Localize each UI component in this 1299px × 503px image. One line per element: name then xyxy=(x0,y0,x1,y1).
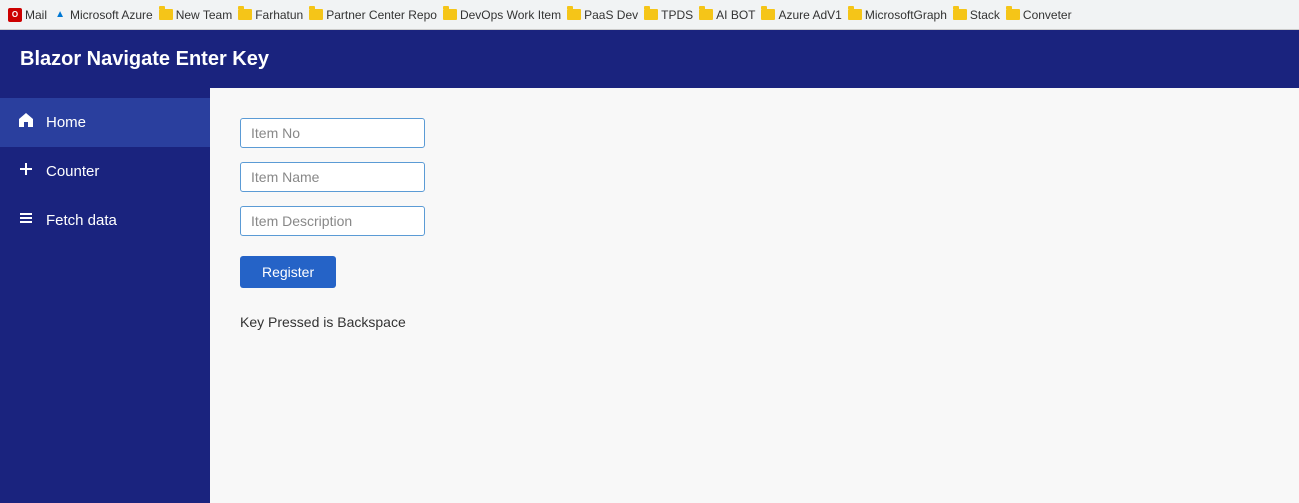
bookmark-azure[interactable]: ▲ Microsoft Azure xyxy=(53,8,153,22)
item-name-group xyxy=(240,162,1269,192)
mail-icon: O xyxy=(8,8,22,22)
bookmark-mail[interactable]: O Mail xyxy=(8,8,47,22)
bookmark-farhatun[interactable]: Farhatun xyxy=(238,8,303,22)
bookmark-partner-center-label: Partner Center Repo xyxy=(326,8,437,22)
item-description-input[interactable] xyxy=(240,206,425,236)
app-header: Blazor Navigate Enter Key xyxy=(0,30,1299,88)
key-status-text: Key Pressed is Backspace xyxy=(240,314,1269,330)
folder-icon-ai-bot xyxy=(699,9,713,20)
sidebar-fetch-data-label: Fetch data xyxy=(46,212,117,229)
bookmark-azure-adv1-label: Azure AdV1 xyxy=(778,8,841,22)
bookmark-azure-label: Microsoft Azure xyxy=(70,8,153,22)
app-body: Home Counter Fetch data xyxy=(0,88,1299,503)
app-container: Blazor Navigate Enter Key Home Counte xyxy=(0,30,1299,503)
bookmark-new-team-label: New Team xyxy=(176,8,232,22)
bookmark-tpds-label: TPDS xyxy=(661,8,693,22)
sidebar-counter-label: Counter xyxy=(46,163,99,180)
browser-toolbar: O Mail ▲ Microsoft Azure New Team Farhat… xyxy=(0,0,1299,30)
folder-icon-microsoft-graph xyxy=(848,9,862,20)
register-button[interactable]: Register xyxy=(240,256,336,288)
bookmark-devops-label: DevOps Work Item xyxy=(460,8,561,22)
folder-icon-azure-adv1 xyxy=(761,9,775,20)
sidebar-item-home[interactable]: Home xyxy=(0,98,210,147)
item-no-input[interactable] xyxy=(240,118,425,148)
bookmark-azure-adv1[interactable]: Azure AdV1 xyxy=(761,8,841,22)
bookmark-paas-dev[interactable]: PaaS Dev xyxy=(567,8,638,22)
item-description-group xyxy=(240,206,1269,236)
bookmark-ai-bot[interactable]: AI BOT xyxy=(699,8,755,22)
sidebar-home-label: Home xyxy=(46,114,86,131)
bookmark-mail-label: Mail xyxy=(25,8,47,22)
sidebar-item-counter[interactable]: Counter xyxy=(0,147,210,196)
folder-icon-farhatun xyxy=(238,9,252,20)
bookmark-farhatun-label: Farhatun xyxy=(255,8,303,22)
plus-icon xyxy=(16,161,36,182)
bookmark-microsoft-graph-label: MicrosoftGraph xyxy=(865,8,947,22)
bookmark-devops[interactable]: DevOps Work Item xyxy=(443,8,561,22)
folder-icon-stack xyxy=(953,9,967,20)
folder-icon-conveter xyxy=(1006,9,1020,20)
bookmark-conveter[interactable]: Conveter xyxy=(1006,8,1072,22)
folder-icon-devops xyxy=(443,9,457,20)
folder-icon-tpds xyxy=(644,9,658,20)
bookmark-microsoft-graph[interactable]: MicrosoftGraph xyxy=(848,8,947,22)
sidebar: Home Counter Fetch data xyxy=(0,88,210,503)
bookmark-new-team[interactable]: New Team xyxy=(159,8,232,22)
main-content: Register Key Pressed is Backspace xyxy=(210,88,1299,503)
app-title: Blazor Navigate Enter Key xyxy=(20,48,269,71)
folder-icon-partner-center xyxy=(309,9,323,20)
item-no-group xyxy=(240,118,1269,148)
bookmark-tpds[interactable]: TPDS xyxy=(644,8,693,22)
bookmark-stack[interactable]: Stack xyxy=(953,8,1000,22)
bookmark-stack-label: Stack xyxy=(970,8,1000,22)
bookmark-conveter-label: Conveter xyxy=(1023,8,1072,22)
folder-icon-paas-dev xyxy=(567,9,581,20)
home-icon xyxy=(16,112,36,133)
azure-icon: ▲ xyxy=(53,8,67,22)
bookmark-partner-center[interactable]: Partner Center Repo xyxy=(309,8,437,22)
list-icon xyxy=(16,210,36,231)
bookmark-ai-bot-label: AI BOT xyxy=(716,8,755,22)
sidebar-item-fetch-data[interactable]: Fetch data xyxy=(0,196,210,245)
folder-icon-new-team xyxy=(159,9,173,20)
item-name-input[interactable] xyxy=(240,162,425,192)
bookmark-paas-dev-label: PaaS Dev xyxy=(584,8,638,22)
